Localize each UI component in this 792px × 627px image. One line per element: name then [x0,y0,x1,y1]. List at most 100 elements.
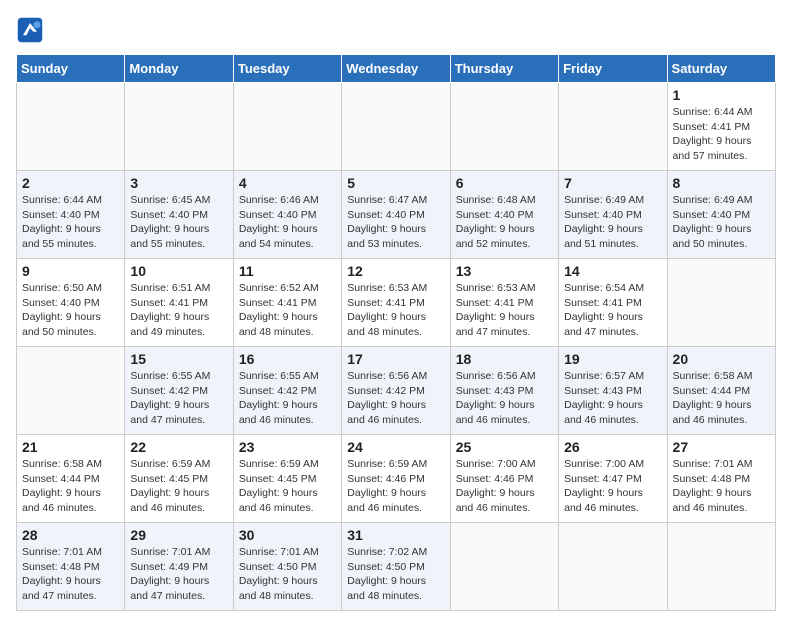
calendar-cell: 8 Sunrise: 6:49 AMSunset: 4:40 PMDayligh… [667,171,775,259]
cell-info: Sunrise: 6:51 AMSunset: 4:41 PMDaylight:… [130,282,210,338]
calendar-cell: 23 Sunrise: 6:59 AMSunset: 4:45 PMDaylig… [233,435,341,523]
day-number: 29 [130,527,227,543]
calendar-table: SundayMondayTuesdayWednesdayThursdayFrid… [16,54,776,611]
calendar-cell: 5 Sunrise: 6:47 AMSunset: 4:40 PMDayligh… [342,171,450,259]
cell-info: Sunrise: 6:55 AMSunset: 4:42 PMDaylight:… [130,370,210,426]
calendar-header-wednesday: Wednesday [342,55,450,83]
day-number: 26 [564,439,661,455]
cell-info: Sunrise: 6:45 AMSunset: 4:40 PMDaylight:… [130,194,210,250]
cell-info: Sunrise: 6:47 AMSunset: 4:40 PMDaylight:… [347,194,427,250]
calendar-week-row: 21 Sunrise: 6:58 AMSunset: 4:44 PMDaylig… [17,435,776,523]
cell-info: Sunrise: 6:49 AMSunset: 4:40 PMDaylight:… [673,194,753,250]
calendar-cell: 2 Sunrise: 6:44 AMSunset: 4:40 PMDayligh… [17,171,125,259]
day-number: 9 [22,263,119,279]
logo-icon [16,16,44,44]
calendar-cell: 3 Sunrise: 6:45 AMSunset: 4:40 PMDayligh… [125,171,233,259]
calendar-week-row: 2 Sunrise: 6:44 AMSunset: 4:40 PMDayligh… [17,171,776,259]
calendar-cell: 16 Sunrise: 6:55 AMSunset: 4:42 PMDaylig… [233,347,341,435]
cell-info: Sunrise: 6:59 AMSunset: 4:45 PMDaylight:… [239,458,319,514]
calendar-header-row: SundayMondayTuesdayWednesdayThursdayFrid… [17,55,776,83]
calendar-cell [667,523,775,611]
cell-info: Sunrise: 6:58 AMSunset: 4:44 PMDaylight:… [22,458,102,514]
calendar-cell: 31 Sunrise: 7:02 AMSunset: 4:50 PMDaylig… [342,523,450,611]
cell-info: Sunrise: 6:55 AMSunset: 4:42 PMDaylight:… [239,370,319,426]
calendar-week-row: 15 Sunrise: 6:55 AMSunset: 4:42 PMDaylig… [17,347,776,435]
calendar-cell: 25 Sunrise: 7:00 AMSunset: 4:46 PMDaylig… [450,435,558,523]
cell-info: Sunrise: 7:01 AMSunset: 4:48 PMDaylight:… [673,458,753,514]
calendar-header-thursday: Thursday [450,55,558,83]
day-number: 21 [22,439,119,455]
cell-info: Sunrise: 7:01 AMSunset: 4:48 PMDaylight:… [22,546,102,602]
cell-info: Sunrise: 7:00 AMSunset: 4:47 PMDaylight:… [564,458,644,514]
calendar-cell: 29 Sunrise: 7:01 AMSunset: 4:49 PMDaylig… [125,523,233,611]
day-number: 13 [456,263,553,279]
cell-info: Sunrise: 6:56 AMSunset: 4:43 PMDaylight:… [456,370,536,426]
cell-info: Sunrise: 6:56 AMSunset: 4:42 PMDaylight:… [347,370,427,426]
day-number: 31 [347,527,444,543]
calendar-cell [667,259,775,347]
calendar-cell [17,83,125,171]
calendar-cell: 20 Sunrise: 6:58 AMSunset: 4:44 PMDaylig… [667,347,775,435]
calendar-cell: 19 Sunrise: 6:57 AMSunset: 4:43 PMDaylig… [559,347,667,435]
calendar-cell [342,83,450,171]
cell-info: Sunrise: 6:44 AMSunset: 4:41 PMDaylight:… [673,106,753,162]
day-number: 5 [347,175,444,191]
day-number: 19 [564,351,661,367]
calendar-cell: 4 Sunrise: 6:46 AMSunset: 4:40 PMDayligh… [233,171,341,259]
calendar-cell: 10 Sunrise: 6:51 AMSunset: 4:41 PMDaylig… [125,259,233,347]
calendar-header-tuesday: Tuesday [233,55,341,83]
calendar-header-sunday: Sunday [17,55,125,83]
day-number: 16 [239,351,336,367]
day-number: 22 [130,439,227,455]
calendar-cell: 15 Sunrise: 6:55 AMSunset: 4:42 PMDaylig… [125,347,233,435]
cell-info: Sunrise: 6:53 AMSunset: 4:41 PMDaylight:… [347,282,427,338]
day-number: 15 [130,351,227,367]
calendar-cell: 22 Sunrise: 6:59 AMSunset: 4:45 PMDaylig… [125,435,233,523]
calendar-header-monday: Monday [125,55,233,83]
calendar-cell [125,83,233,171]
cell-info: Sunrise: 7:02 AMSunset: 4:50 PMDaylight:… [347,546,427,602]
calendar-cell: 21 Sunrise: 6:58 AMSunset: 4:44 PMDaylig… [17,435,125,523]
calendar-cell: 28 Sunrise: 7:01 AMSunset: 4:48 PMDaylig… [17,523,125,611]
calendar-week-row: 9 Sunrise: 6:50 AMSunset: 4:40 PMDayligh… [17,259,776,347]
calendar-cell: 26 Sunrise: 7:00 AMSunset: 4:47 PMDaylig… [559,435,667,523]
calendar-cell [17,347,125,435]
cell-info: Sunrise: 6:58 AMSunset: 4:44 PMDaylight:… [673,370,753,426]
day-number: 2 [22,175,119,191]
cell-info: Sunrise: 6:54 AMSunset: 4:41 PMDaylight:… [564,282,644,338]
day-number: 30 [239,527,336,543]
cell-info: Sunrise: 6:59 AMSunset: 4:46 PMDaylight:… [347,458,427,514]
calendar-cell [233,83,341,171]
day-number: 11 [239,263,336,279]
calendar-cell [450,83,558,171]
cell-info: Sunrise: 6:46 AMSunset: 4:40 PMDaylight:… [239,194,319,250]
calendar-cell: 6 Sunrise: 6:48 AMSunset: 4:40 PMDayligh… [450,171,558,259]
cell-info: Sunrise: 7:01 AMSunset: 4:49 PMDaylight:… [130,546,210,602]
cell-info: Sunrise: 6:53 AMSunset: 4:41 PMDaylight:… [456,282,536,338]
cell-info: Sunrise: 7:01 AMSunset: 4:50 PMDaylight:… [239,546,319,602]
calendar-cell [559,83,667,171]
calendar-cell: 1 Sunrise: 6:44 AMSunset: 4:41 PMDayligh… [667,83,775,171]
day-number: 24 [347,439,444,455]
calendar-header-saturday: Saturday [667,55,775,83]
day-number: 4 [239,175,336,191]
calendar-cell: 24 Sunrise: 6:59 AMSunset: 4:46 PMDaylig… [342,435,450,523]
calendar-cell: 17 Sunrise: 6:56 AMSunset: 4:42 PMDaylig… [342,347,450,435]
calendar-cell: 13 Sunrise: 6:53 AMSunset: 4:41 PMDaylig… [450,259,558,347]
logo [16,16,48,44]
calendar-cell: 11 Sunrise: 6:52 AMSunset: 4:41 PMDaylig… [233,259,341,347]
cell-info: Sunrise: 6:50 AMSunset: 4:40 PMDaylight:… [22,282,102,338]
calendar-cell: 30 Sunrise: 7:01 AMSunset: 4:50 PMDaylig… [233,523,341,611]
day-number: 27 [673,439,770,455]
day-number: 12 [347,263,444,279]
day-number: 23 [239,439,336,455]
calendar-cell: 7 Sunrise: 6:49 AMSunset: 4:40 PMDayligh… [559,171,667,259]
calendar-header-friday: Friday [559,55,667,83]
day-number: 25 [456,439,553,455]
day-number: 28 [22,527,119,543]
cell-info: Sunrise: 6:44 AMSunset: 4:40 PMDaylight:… [22,194,102,250]
day-number: 18 [456,351,553,367]
day-number: 20 [673,351,770,367]
day-number: 1 [673,87,770,103]
page-header [16,16,776,44]
